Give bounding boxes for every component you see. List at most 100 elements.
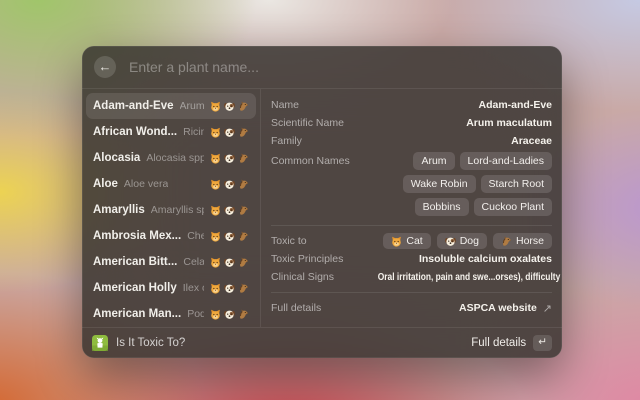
list-item[interactable]: Adam-and-Eve Arum mac...: [86, 93, 256, 119]
list-item[interactable]: Aloe Aloe vera: [86, 171, 256, 197]
detail-label: Scientific Name: [271, 117, 344, 129]
toxicity-icons: [210, 153, 249, 164]
detail-label: Family: [271, 135, 302, 147]
search-input[interactable]: [127, 58, 550, 76]
dog-icon: [224, 101, 235, 112]
plant-subtitle: Ilex opaca: [183, 282, 204, 294]
detail-label: Full details: [271, 302, 321, 314]
plant-subtitle: Ricinus c...: [183, 126, 204, 138]
toxicity-icons: [210, 127, 249, 138]
list-item[interactable]: American Holly Ilex opaca: [86, 275, 256, 301]
search-bar: ←: [82, 46, 562, 89]
plant-title: Alocasia: [93, 152, 140, 164]
plant-title: American Bitt...: [93, 256, 177, 268]
dog-icon: [224, 127, 235, 138]
toxicity-icons: [210, 101, 249, 112]
detail-row-name: Name Adam-and-Eve: [271, 96, 552, 114]
horse-icon: [238, 153, 249, 164]
detail-value: Oral irritation, pain and swe...orses), …: [378, 272, 562, 283]
list-item[interactable]: African Wond... Ricinus c...: [86, 119, 256, 145]
dog-icon: [224, 309, 235, 320]
plant-subtitle: Alocasia spp.: [146, 152, 204, 164]
tag-label: Dog: [460, 235, 479, 247]
dog-icon: [224, 153, 235, 164]
tag: Starch Root: [481, 175, 552, 193]
tag: Bobbins: [415, 198, 469, 216]
toxic-to-tags: Cat Dog Horse: [383, 233, 552, 249]
divider: [271, 225, 552, 226]
list-item[interactable]: Ambrosia Mex... Chenopo...: [86, 223, 256, 249]
dog-icon: [224, 205, 235, 216]
plant-title: Ambrosia Mex...: [93, 230, 181, 242]
horse-icon: [238, 127, 249, 138]
app-name: Is It Toxic To?: [116, 337, 185, 349]
cat-icon: [391, 236, 402, 247]
cat-icon: [210, 101, 221, 112]
toxicity-icons: [210, 179, 249, 190]
toxicity-icons: [210, 205, 249, 216]
cat-icon: [210, 127, 221, 138]
tag-label: Horse: [516, 235, 544, 247]
list-item[interactable]: Amaryllis Amaryllis spp.: [86, 197, 256, 223]
list-item[interactable]: American Bitt... Celastrus...: [86, 249, 256, 275]
plant-title: Amaryllis: [93, 204, 145, 216]
horse-icon: [238, 257, 249, 268]
toxicity-icons: [210, 257, 249, 268]
dog-icon: [224, 257, 235, 268]
plant-title: American Man...: [93, 308, 181, 320]
full-details-action-button[interactable]: Full details ↵: [471, 335, 552, 351]
cat-icon: [210, 257, 221, 268]
cat-icon: [210, 231, 221, 242]
cat-icon: [210, 205, 221, 216]
horse-icon: [238, 179, 249, 190]
detail-value: Arum maculatum: [466, 117, 552, 129]
detail-row-scientific-name: Scientific Name Arum maculatum: [271, 114, 552, 132]
common-name-tags: Arum Lord-and-Ladies Wake Robin Starch R…: [350, 152, 552, 216]
plant-subtitle: Celastrus...: [183, 256, 204, 268]
cat-icon: [210, 283, 221, 294]
cat-icon: [210, 309, 221, 320]
plant-subtitle: Podophyl...: [187, 308, 204, 320]
divider: [271, 292, 552, 293]
detail-row-clinical-signs: Clinical Signs Oral irritation, pain and…: [271, 268, 552, 286]
horse-icon: [238, 231, 249, 242]
horse-icon: [238, 283, 249, 294]
horse-icon: [238, 205, 249, 216]
tag: Wake Robin: [403, 175, 476, 193]
cat-icon: [210, 153, 221, 164]
back-button[interactable]: ←: [94, 56, 116, 78]
plant-title: Adam-and-Eve: [93, 100, 174, 112]
plant-subtitle: Aloe vera: [124, 178, 168, 190]
action-bar: Is It Toxic To? Full details ↵: [82, 327, 562, 358]
plant-title: Aloe: [93, 178, 118, 190]
toxicity-icons: [210, 309, 249, 320]
launcher-window: ← Adam-and-Eve Arum mac... African Wond.…: [82, 46, 562, 358]
list-item[interactable]: American Man... Podophyl...: [86, 301, 256, 327]
enter-key-icon: ↵: [533, 335, 552, 351]
link-label: ASPCA website: [459, 302, 537, 314]
external-link-icon: ↗: [543, 302, 552, 315]
plant-subtitle: Chenopo...: [187, 230, 204, 242]
action-label: Full details: [471, 337, 526, 349]
detail-value: Adam-and-Eve: [478, 99, 552, 111]
detail-value: Insoluble calcium oxalates: [419, 253, 552, 265]
plant-list: Adam-and-Eve Arum mac... African Wond...…: [82, 89, 261, 327]
detail-row-toxic-to: Toxic to Cat Dog Horse: [271, 232, 552, 250]
detail-label: Clinical Signs: [271, 271, 334, 283]
dog-icon: [224, 231, 235, 242]
detail-row-family: Family Araceae: [271, 132, 552, 150]
tag: Lord-and-Ladies: [460, 152, 552, 170]
horse-icon: [238, 101, 249, 112]
dog-icon: [224, 179, 235, 190]
content-area: Adam-and-Eve Arum mac... African Wond...…: [82, 89, 562, 327]
list-item[interactable]: Alocasia Alocasia spp.: [86, 145, 256, 171]
desktop-background: ← Adam-and-Eve Arum mac... African Wond.…: [0, 0, 640, 400]
cat-icon: [210, 179, 221, 190]
toxic-to-dog-tag: Dog: [437, 233, 487, 249]
detail-row-toxic-principles: Toxic Principles Insoluble calcium oxala…: [271, 250, 552, 268]
aspca-website-link[interactable]: ASPCA website ↗: [459, 302, 552, 315]
toxicity-icons: [210, 283, 249, 294]
plant-title: African Wond...: [93, 126, 177, 138]
dog-icon: [224, 283, 235, 294]
detail-label: Common Names: [271, 155, 350, 167]
